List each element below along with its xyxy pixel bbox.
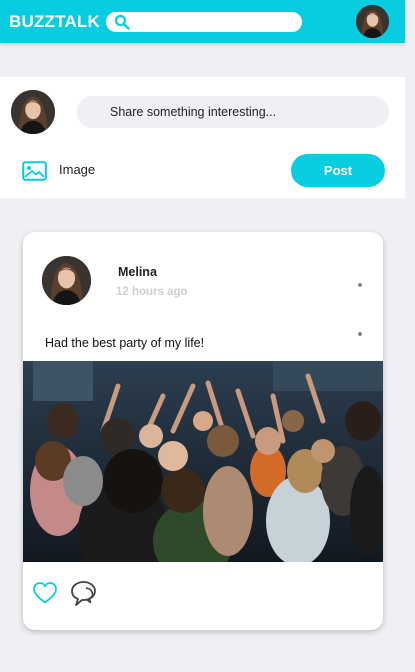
post-composer: Image Post bbox=[0, 77, 405, 198]
add-image-button[interactable]: Image bbox=[22, 159, 112, 181]
crowd-party-photo bbox=[23, 361, 383, 562]
profile-avatar[interactable] bbox=[356, 5, 389, 38]
top-app-bar: BUZZTALK bbox=[0, 0, 405, 43]
share-input[interactable] bbox=[77, 96, 389, 128]
image-label: Image bbox=[59, 162, 96, 177]
search-bar[interactable] bbox=[106, 12, 302, 32]
post-timestamp: 12 hours ago bbox=[116, 286, 188, 298]
image-icon bbox=[22, 161, 47, 181]
comment-button[interactable] bbox=[70, 580, 98, 607]
search-input[interactable] bbox=[136, 14, 296, 30]
avatar-image bbox=[42, 256, 91, 305]
heart-icon bbox=[33, 582, 57, 604]
post-button[interactable]: Post bbox=[291, 154, 385, 187]
author-avatar[interactable] bbox=[42, 256, 91, 305]
like-button[interactable] bbox=[32, 581, 58, 605]
post-options-dot[interactable] bbox=[358, 332, 362, 336]
post-options-dot[interactable] bbox=[358, 283, 362, 287]
post-card: Melina 12 hours ago Had the best party o… bbox=[23, 232, 383, 630]
post-photo[interactable] bbox=[23, 361, 383, 562]
avatar-image bbox=[11, 90, 55, 134]
brand-logo[interactable]: BUZZTALK bbox=[9, 12, 100, 32]
avatar-image bbox=[356, 5, 389, 38]
post-text: Had the best party of my life! bbox=[45, 336, 205, 350]
search-icon bbox=[114, 14, 130, 30]
composer-avatar bbox=[11, 90, 55, 134]
post-author[interactable]: Melina bbox=[118, 265, 157, 279]
comment-icon bbox=[71, 581, 96, 606]
